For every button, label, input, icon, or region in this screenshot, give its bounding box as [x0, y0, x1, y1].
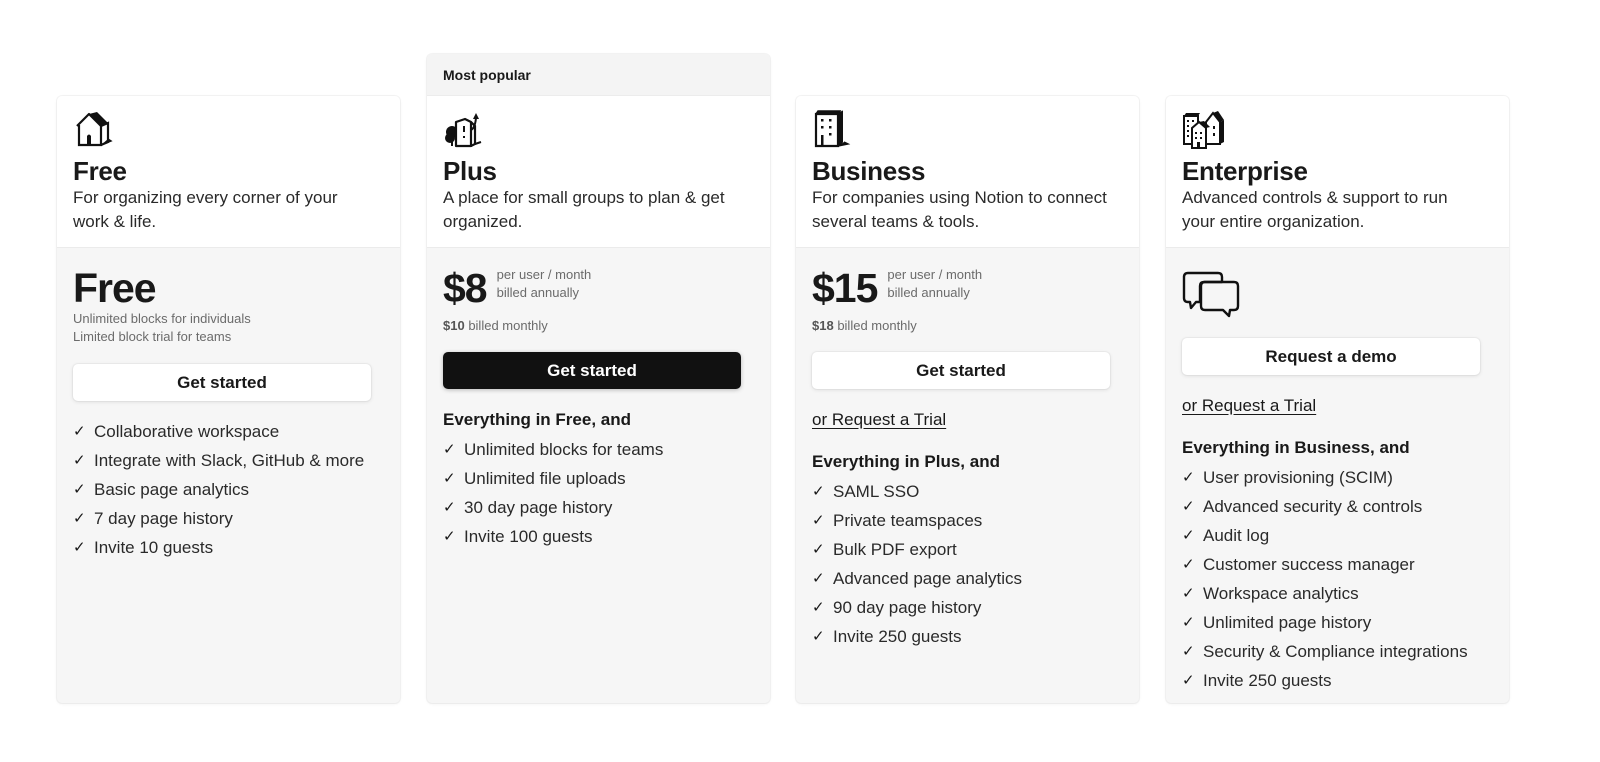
plan-price: $15 [812, 265, 878, 311]
check-icon: ✓ [1182, 556, 1195, 573]
feature-item: ✓ Unlimited blocks for teams [443, 435, 754, 464]
request-demo-button[interactable]: Request a demo [1182, 338, 1480, 375]
check-icon: ✓ [73, 423, 86, 440]
plan-description: A place for small groups to plan & get o… [443, 188, 725, 231]
get-started-button[interactable]: Get started [73, 364, 371, 401]
small-building-icon [445, 113, 482, 148]
plan-body: Request a demo or Request a Trial Everyt… [1166, 248, 1509, 695]
check-icon: ✓ [73, 481, 86, 498]
check-icon: ✓ [443, 470, 456, 487]
feature-item: ✓ Invite 100 guests [443, 522, 754, 551]
feature-item: ✓ Security & Compliance integrations [1182, 637, 1493, 666]
plan-header: Free For organizing every corner of your… [57, 96, 400, 248]
check-icon: ✓ [443, 499, 456, 516]
feature-item: ✓ Advanced page analytics [812, 564, 1123, 593]
check-icon: ✓ [1182, 672, 1195, 689]
check-icon: ✓ [1182, 585, 1195, 602]
plan-name: Plus [443, 156, 497, 186]
feature-item: ✓ Basic page analytics [73, 475, 384, 504]
plan-body: $8 per user / month billed annually $10 … [427, 248, 770, 551]
city-buildings-icon [1183, 111, 1224, 149]
get-started-button[interactable]: Get started [443, 352, 741, 389]
plan-name: Enterprise [1182, 156, 1308, 186]
chat-bubbles-icon [1182, 271, 1240, 318]
price-row: $8 per user / month billed annually [443, 266, 754, 312]
check-icon: ✓ [812, 570, 825, 587]
feature-item: ✓ Advanced security & controls [1182, 492, 1493, 521]
request-trial-link[interactable]: or Request a Trial [1182, 395, 1316, 417]
check-icon: ✓ [443, 441, 456, 458]
plan-header: Plus A place for small groups to plan & … [427, 96, 770, 248]
check-icon: ✓ [73, 452, 86, 469]
feature-list: ✓ User provisioning (SCIM) ✓ Advanced secu… [1182, 463, 1493, 695]
check-icon: ✓ [1182, 643, 1195, 660]
feature-item: ✓ Private teamspaces [812, 506, 1123, 535]
feature-item: ✓ Invite 10 guests [73, 533, 384, 562]
check-icon: ✓ [812, 599, 825, 616]
plan-card-enterprise: Enterprise Advanced controls & support t… [1166, 96, 1509, 703]
feature-list: ✓ Unlimited blocks for teams ✓ Unlimited f… [443, 435, 754, 551]
price-note: per user / month billed annually [887, 267, 983, 300]
plan-card-plus: Most popular Plus A place for small grou… [427, 54, 770, 703]
check-icon: ✓ [812, 483, 825, 500]
plan-name: Business [812, 156, 926, 186]
plan-description: Advanced controls & support to run your … [1182, 188, 1448, 231]
plan-name: Free [73, 156, 127, 186]
plan-body: Free Unlimited blocks for individuals Li… [57, 248, 400, 562]
feature-item: ✓ SAML SSO [812, 477, 1123, 506]
most-popular-badge: Most popular [427, 54, 770, 96]
plan-price: Free [73, 265, 157, 311]
check-icon: ✓ [1182, 498, 1195, 515]
feature-item: ✓ User provisioning (SCIM) [1182, 463, 1493, 492]
feature-item: ✓ 30 day page history [443, 493, 754, 522]
get-started-button[interactable]: Get started [812, 352, 1110, 389]
check-icon: ✓ [443, 528, 456, 545]
plan-card-free: Free For organizing every corner of your… [57, 96, 400, 703]
check-icon: ✓ [812, 628, 825, 645]
feature-item: ✓ Invite 250 guests [1182, 666, 1493, 695]
features-heading: Everything in Business, and [1182, 438, 1410, 457]
request-trial-link[interactable]: or Request a Trial [812, 409, 946, 431]
feature-item: ✓ Customer success manager [1182, 550, 1493, 579]
price-note: per user / month billed annually [496, 267, 592, 300]
feature-item: ✓ Audit log [1182, 521, 1493, 550]
plan-header: Enterprise Advanced controls & support t… [1166, 96, 1509, 248]
feature-list: ✓ SAML SSO ✓ Private teamspaces ✓ Bulk PDF … [812, 477, 1123, 651]
plan-header: Business For companies using Notion to c… [796, 96, 1139, 248]
check-icon: ✓ [1182, 614, 1195, 631]
monthly-price: $18 billed monthly [812, 318, 917, 333]
price-subtext: Limited block trial for teams [73, 329, 232, 344]
house-icon [76, 112, 113, 147]
plan-price: $8 [443, 265, 488, 311]
check-icon: ✓ [812, 512, 825, 529]
price-subtext: Unlimited blocks for individuals [73, 311, 251, 326]
plan-description: For companies using Notion to connect se… [812, 188, 1107, 231]
plan-card-business: Business For companies using Notion to c… [796, 96, 1139, 703]
plan-body: $15 per user / month billed annually $18… [796, 248, 1139, 651]
feature-item: ✓ 7 day page history [73, 504, 384, 533]
features-heading: Everything in Plus, and [812, 452, 1000, 471]
check-icon: ✓ [73, 510, 86, 527]
feature-item: ✓ Collaborative workspace [73, 417, 384, 446]
feature-item: ✓ Integrate with Slack, GitHub & more [73, 446, 384, 475]
price-row: $15 per user / month billed annually [812, 266, 1123, 312]
feature-item: ✓ Unlimited file uploads [443, 464, 754, 493]
check-icon: ✓ [812, 541, 825, 558]
feature-item: ✓ Workspace analytics [1182, 579, 1493, 608]
monthly-price: $10 billed monthly [443, 318, 548, 333]
feature-list: ✓ Collaborative workspace ✓ Integrate with… [73, 417, 384, 562]
plan-description: For organizing every corner of your work… [73, 188, 338, 231]
feature-item: ✓ 90 day page history [812, 593, 1123, 622]
office-building-icon [814, 110, 851, 148]
feature-item: ✓ Unlimited page history [1182, 608, 1493, 637]
check-icon: ✓ [1182, 527, 1195, 544]
feature-item: ✓ Invite 250 guests [812, 622, 1123, 651]
check-icon: ✓ [73, 539, 86, 556]
check-icon: ✓ [1182, 469, 1195, 486]
features-heading: Everything in Free, and [443, 410, 631, 429]
feature-item: ✓ Bulk PDF export [812, 535, 1123, 564]
